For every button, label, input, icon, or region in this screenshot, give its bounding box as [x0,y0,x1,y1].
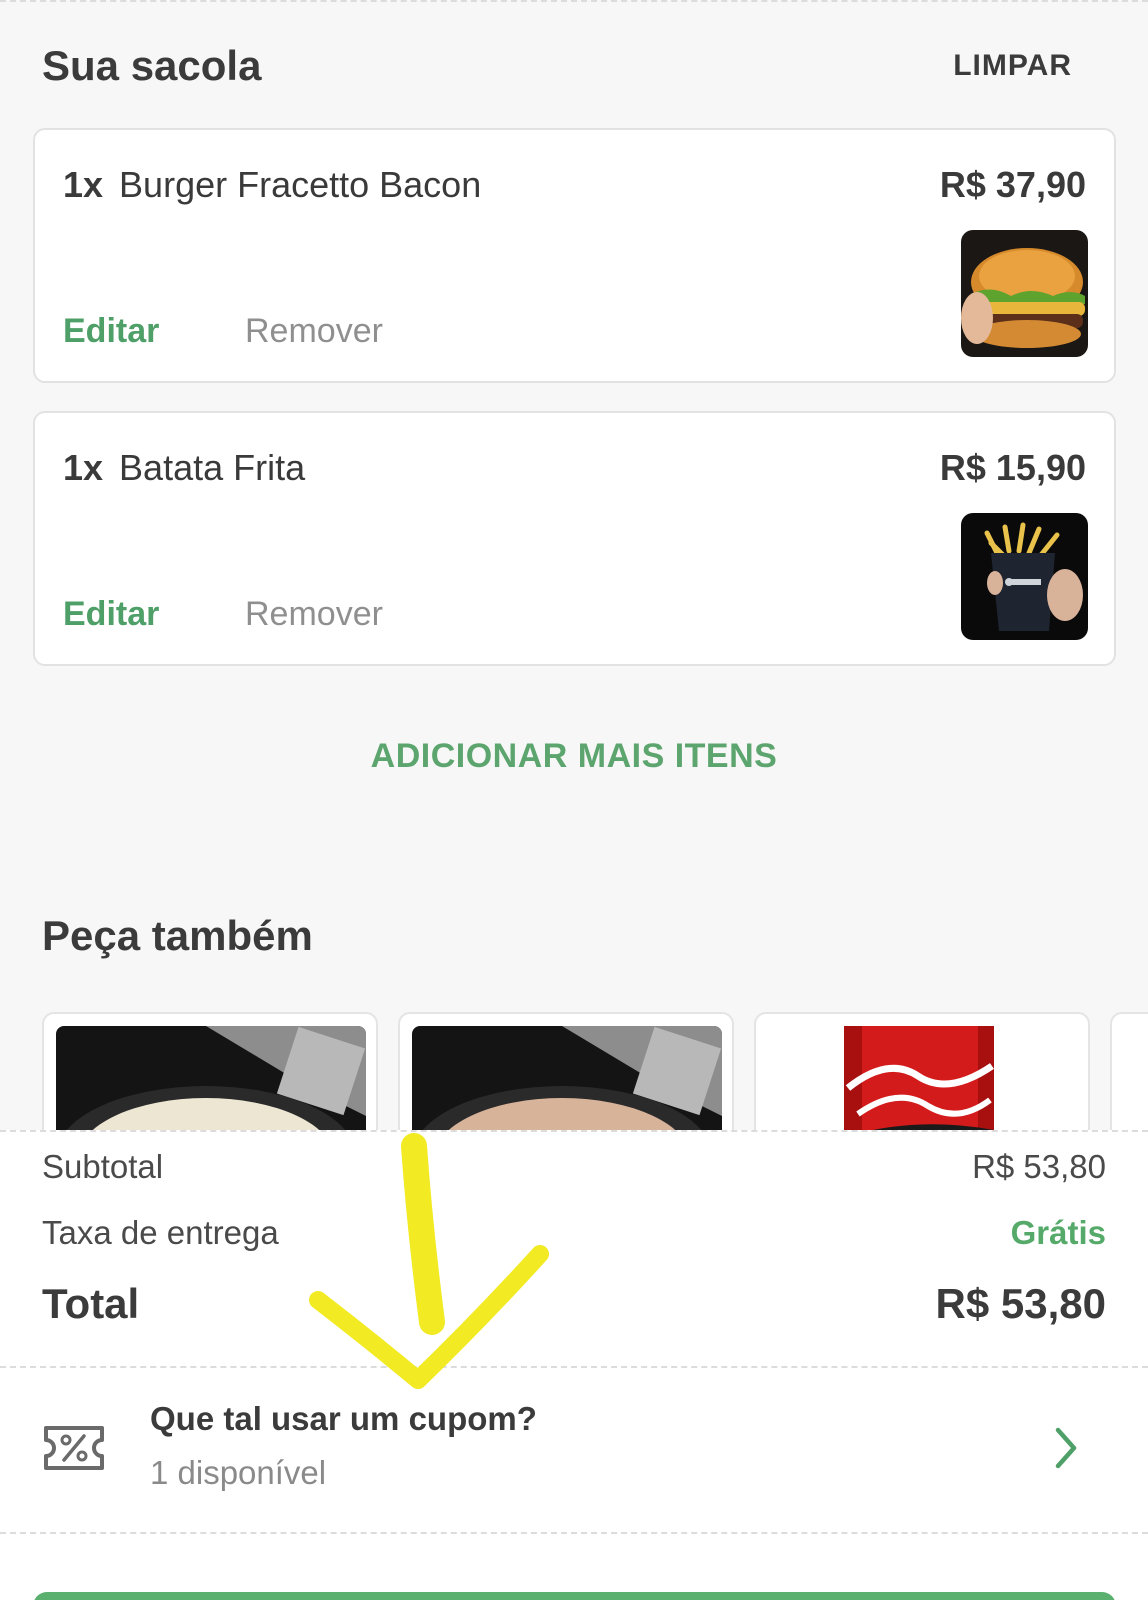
delivery-fee-value: Grátis [1010,1214,1106,1251]
total-value: R$ 53,80 [935,1280,1106,1327]
coupon-title: Que tal usar um cupom? [150,1400,537,1437]
bag-header: Sua sacola LIMPAR [42,38,1092,94]
remove-button[interactable]: Remover [245,595,383,633]
item-name: Batata Frita [119,447,306,488]
remove-button[interactable]: Remover [245,312,383,350]
item-quantity: 1x [63,164,104,205]
white-sauce-photo [56,1026,366,1130]
cart-item: 1x Burger Fracetto Bacon R$ 37,90 Editar R… [33,128,1116,383]
add-more-items-button[interactable]: ADICIONAR MAIS ITENS [0,737,1148,776]
coupon-row[interactable]: Que tal usar um cupom? 1 disponível [0,1372,1148,1532]
order-summary-panel: Subtotal R$ 53,80 Taxa de entrega Grátis… [0,1130,1148,1600]
suggestion-card[interactable] [1110,1012,1148,1130]
item-price: R$ 37,90 [939,164,1086,205]
item-name-row: 1x Batata Frita [63,447,305,489]
item-actions: Editar Remover [63,595,383,634]
coupon-subtitle: 1 disponível [150,1454,327,1491]
subtotal-label: Subtotal [42,1148,164,1185]
suggestions-title: Peça também [42,912,313,959]
top-divider [0,0,1148,2]
suggestions-carousel[interactable] [42,1012,1148,1130]
item-quantity: 1x [63,447,104,488]
suggestion-card[interactable] [42,1012,378,1130]
page-title: Sua sacola [42,42,262,89]
edit-button[interactable]: Editar [63,312,245,351]
delivery-fee-row: Taxa de entrega Grátis [42,1214,1106,1252]
clear-button[interactable]: LIMPAR [953,49,1072,83]
summary-divider [0,1366,1148,1368]
item-name: Burger Fracetto Bacon [119,164,482,205]
burger-photo [961,230,1088,357]
total-row: Total R$ 53,80 [42,1280,1106,1328]
delivery-fee-label: Taxa de entrega [42,1214,279,1251]
item-actions: Editar Remover [63,312,383,351]
total-label: Total [42,1280,140,1327]
fries-photo [961,513,1088,640]
chevron-right-icon [1052,1424,1080,1472]
coupon-divider [0,1532,1148,1534]
item-price: R$ 15,90 [939,447,1086,488]
subtotal-row: Subtotal R$ 53,80 [42,1148,1106,1186]
coupon-icon [42,1422,106,1474]
pink-sauce-photo [412,1026,722,1130]
subtotal-value: R$ 53,80 [972,1148,1106,1185]
checkout-button[interactable] [33,1592,1116,1600]
edit-button[interactable]: Editar [63,595,245,634]
item-name-row: 1x Burger Fracetto Bacon [63,164,481,206]
coca-cola-can-photo [768,1026,1078,1130]
suggestion-card[interactable] [398,1012,734,1130]
cart-item: 1x Batata Frita R$ 15,90 Editar Remover [33,411,1116,666]
suggestion-card[interactable] [754,1012,1090,1130]
